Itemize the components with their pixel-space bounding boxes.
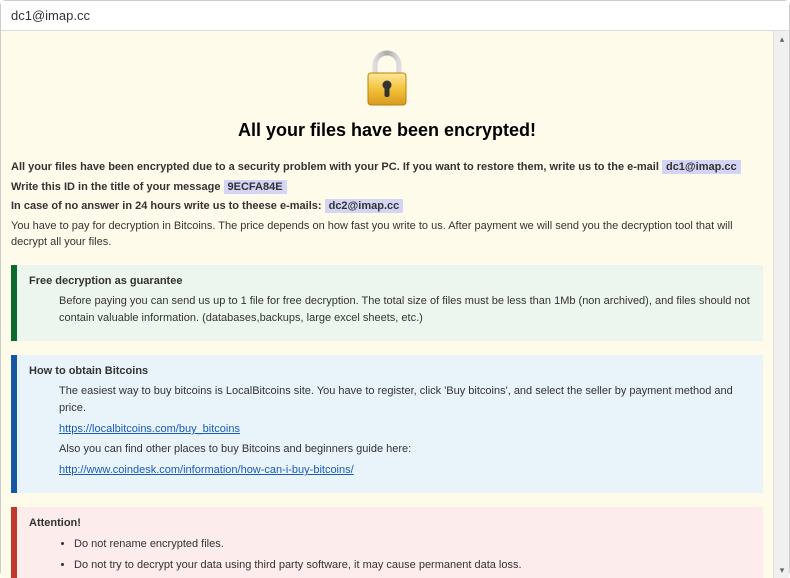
bitcoins-title: How to obtain Bitcoins	[29, 365, 751, 377]
intro-line-1: All your files have been encrypted due t…	[11, 159, 763, 176]
attention-section: Attention! Do not rename encrypted files…	[11, 507, 763, 578]
intro-text-3: In case of no answer in 24 hours write u…	[11, 200, 325, 212]
list-item: Do not try to decrypt your data using th…	[74, 556, 751, 576]
main-content: All your files have been encrypted! All …	[1, 31, 773, 578]
coindesk-link[interactable]: http://www.coindesk.com/information/how-…	[59, 464, 354, 476]
bitcoins-text-2: Also you can find other places to buy Bi…	[59, 441, 751, 459]
intro-text-1: All your files have been encrypted due t…	[11, 161, 662, 173]
bitcoins-section: How to obtain Bitcoins The easiest way t…	[11, 355, 763, 493]
guarantee-text: Before paying you can send us up to 1 fi…	[59, 293, 751, 328]
guarantee-body: Before paying you can send us up to 1 fi…	[29, 293, 751, 328]
intro-section: All your files have been encrypted due t…	[11, 159, 763, 251]
content-wrapper: All your files have been encrypted! All …	[1, 31, 789, 578]
window-title: dc1@imap.cc	[11, 8, 90, 23]
bitcoins-body: The easiest way to buy bitcoins is Local…	[29, 383, 751, 480]
attention-title: Attention!	[29, 517, 751, 529]
attention-list: Do not rename encrypted files. Do not tr…	[29, 535, 751, 578]
scroll-down-button[interactable]: ▾	[774, 562, 790, 578]
bitcoins-text-1: The easiest way to buy bitcoins is Local…	[59, 383, 751, 418]
lock-container	[11, 49, 763, 112]
window-titlebar: dc1@imap.cc	[1, 1, 789, 31]
intro-line-3: In case of no answer in 24 hours write u…	[11, 198, 763, 215]
list-item: Do not rename encrypted files.	[74, 535, 751, 555]
payment-info: You have to pay for decryption in Bitcoi…	[11, 218, 763, 251]
chevron-down-icon: ▾	[780, 565, 785, 576]
guarantee-section: Free decryption as guarantee Before payi…	[11, 265, 763, 341]
scroll-up-button[interactable]: ▴	[774, 31, 790, 47]
guarantee-title: Free decryption as guarantee	[29, 275, 751, 287]
message-id: 9ECFA84E	[224, 180, 287, 194]
intro-line-2: Write this ID in the title of your messa…	[11, 179, 763, 196]
secondary-email: dc2@imap.cc	[325, 199, 404, 213]
main-heading: All your files have been encrypted!	[11, 120, 763, 141]
chevron-up-icon: ▴	[780, 34, 785, 45]
intro-text-2: Write this ID in the title of your messa…	[11, 181, 224, 193]
localbitcoins-link[interactable]: https://localbitcoins.com/buy_bitcoins	[59, 423, 240, 435]
lock-icon	[362, 100, 412, 112]
vertical-scrollbar[interactable]: ▴ ▾	[773, 31, 789, 578]
primary-email: dc1@imap.cc	[662, 160, 741, 174]
